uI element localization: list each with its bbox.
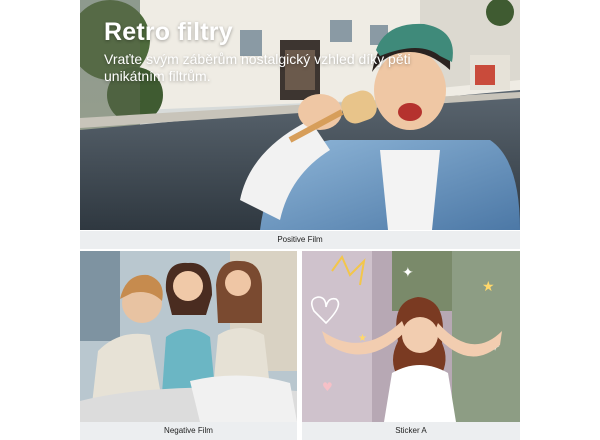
- sticker-a-illustration: ✦ ★ ♥ ✦ ★: [302, 251, 520, 422]
- negative-film-illustration: [80, 251, 297, 422]
- image-sticker-a: ✦ ★ ♥ ✦ ★: [302, 251, 520, 422]
- hero-subtitle: Vraťte svým záběrům nostalgický vzhled d…: [104, 51, 411, 84]
- caption-sticker-a: Sticker A: [302, 422, 520, 440]
- heart-sticker-icon: ♥: [322, 380, 333, 394]
- caption-negative-film: Negative Film: [80, 422, 297, 440]
- sparkle-icon: ✦: [402, 265, 414, 281]
- hero-title: Retro filtry: [104, 18, 233, 46]
- star-sticker-icon: ★: [482, 279, 495, 295]
- filter-showcase-page: Retro filtry Vraťte svým záběrům nostalg…: [0, 0, 600, 440]
- hero-image-positive-film: Retro filtry Vraťte svým záběrům nostalg…: [80, 0, 520, 230]
- image-negative-film: [80, 251, 297, 422]
- caption-positive-film: Positive Film: [80, 231, 520, 249]
